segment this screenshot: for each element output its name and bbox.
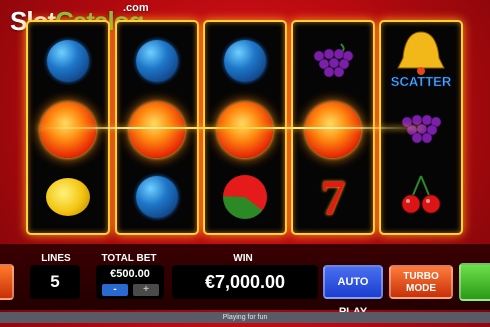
win-label: WIN <box>233 253 253 264</box>
orange-sun-icon <box>305 102 361 158</box>
winning-payline <box>38 127 423 129</box>
lines-value: 5 <box>30 265 80 299</box>
total-bet-box: €500.00 - + <box>96 265 164 299</box>
lemon-icon <box>46 178 90 216</box>
turbo-line-2: MODE <box>406 283 436 294</box>
orange-sun-icon <box>40 102 96 158</box>
grapes-icon <box>313 43 354 78</box>
watermelon-icon <box>223 175 267 219</box>
win-value: €7,000.00 <box>172 265 318 299</box>
left-edge-button[interactable] <box>0 264 14 300</box>
auto-play-button[interactable]: AUTO PLAY <box>323 265 383 318</box>
turbo-mode-button[interactable]: TURBO MODE <box>389 265 453 299</box>
seven-icon: 7 <box>320 169 346 225</box>
orange-sun-icon <box>129 102 185 158</box>
total-bet-label: TOTAL BET <box>101 253 157 264</box>
lines-label: LINES <box>41 253 71 264</box>
bet-minus-button[interactable]: - <box>102 284 128 296</box>
cherries-icon <box>401 175 441 214</box>
scatter-label: SCATTER <box>391 74 452 89</box>
turbo-line-1: TURBO <box>403 271 439 282</box>
watermark-com: .com <box>123 2 149 14</box>
blue-gem-icon <box>136 176 178 218</box>
bet-plus-button[interactable]: + <box>133 284 159 296</box>
orange-sun-icon <box>217 102 273 158</box>
spin-button[interactable] <box>459 263 490 301</box>
scatter-bell-icon: SCATTER <box>390 31 452 89</box>
blue-gem-icon <box>47 40 89 82</box>
status-footer: Playing for fun <box>0 312 490 323</box>
blue-gem-icon <box>136 40 178 82</box>
total-bet-value: €500.00 <box>110 268 150 280</box>
blue-gem-icon <box>224 40 266 82</box>
